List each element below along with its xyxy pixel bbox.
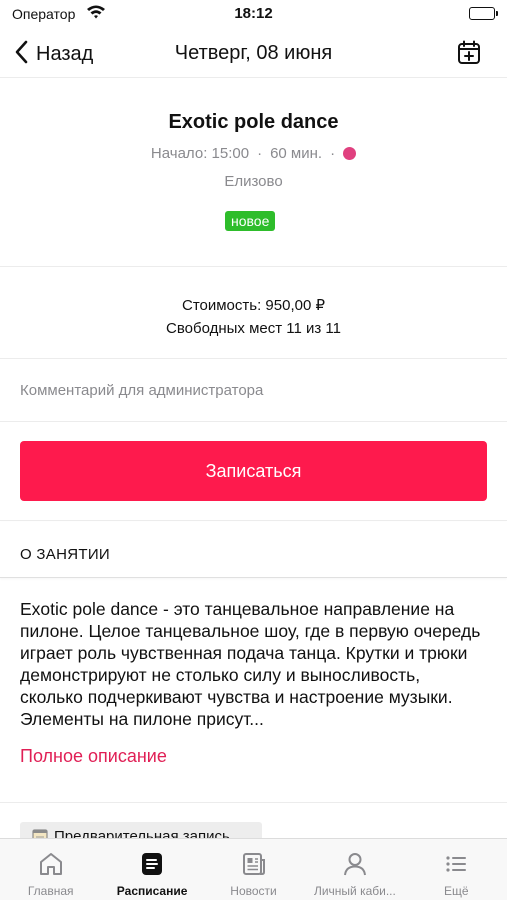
home-icon [38,851,64,882]
class-title: Exotic pole dance [168,111,339,133]
more-list-icon [443,851,469,882]
divider [0,802,507,803]
tab-label: Главная [27,884,74,898]
tab-more[interactable]: Ещё [406,839,507,900]
tab-label: Ещё [444,884,469,898]
tab-label: Личный каби... [313,884,396,898]
calendar-add-icon [457,40,481,70]
class-header: Exotic pole dance Начало: 15:00 · 60 мин… [0,79,507,267]
chevron-left-icon [14,40,28,69]
class-description: Exotic pole dance - это танцевальное нап… [20,599,481,729]
back-button[interactable]: Назад [14,40,93,69]
signup-button[interactable]: Записаться [20,441,487,501]
tab-news[interactable]: Новости [203,839,304,900]
status-bar: Оператор 18:12 [0,0,507,30]
duration: 60 мин. [270,145,323,162]
seats-text: Свободных мест 11 из 11 [166,320,341,337]
tab-schedule[interactable]: Расписание [101,839,202,900]
tab-bar: Главная Расписание Новости Личный каби..… [0,838,507,900]
admin-comment-field[interactable] [0,360,507,421]
meta-separator: · [330,145,336,162]
class-meta: Начало: 15:00 · 60 мин. · [0,145,507,162]
about-section-title: О ЗАНЯТИИ [20,546,110,563]
class-color-indicator [343,147,357,160]
news-icon [241,851,267,882]
status-time: 18:12 [234,5,273,22]
tab-label: Новости [230,884,277,898]
add-to-calendar-button[interactable] [457,40,481,71]
signup-section: Записаться [0,423,507,521]
class-location: Елизово [224,173,283,190]
back-label: Назад [36,43,94,65]
profile-icon [342,851,368,882]
comment-section [0,360,507,422]
schedule-icon [139,851,165,882]
tab-profile[interactable]: Личный каби... [304,839,405,900]
tab-home[interactable]: Главная [0,839,101,900]
pricing-info: Стоимость: 950,00 ₽ Свободных мест 11 из… [0,268,507,359]
about-section-header: О ЗАНЯТИИ [0,522,507,578]
start-time: Начало: 15:00 [150,145,250,162]
navigation-bar: Назад Четверг, 08 июня [0,30,507,78]
battery-icon [469,7,498,20]
new-badge: новое [225,211,276,231]
meta-separator: · [257,145,263,162]
tab-label: Расписание [116,884,188,898]
full-description-link[interactable]: Полное описание [20,746,167,767]
cost-text: Стоимость: 950,00 ₽ [181,297,326,314]
